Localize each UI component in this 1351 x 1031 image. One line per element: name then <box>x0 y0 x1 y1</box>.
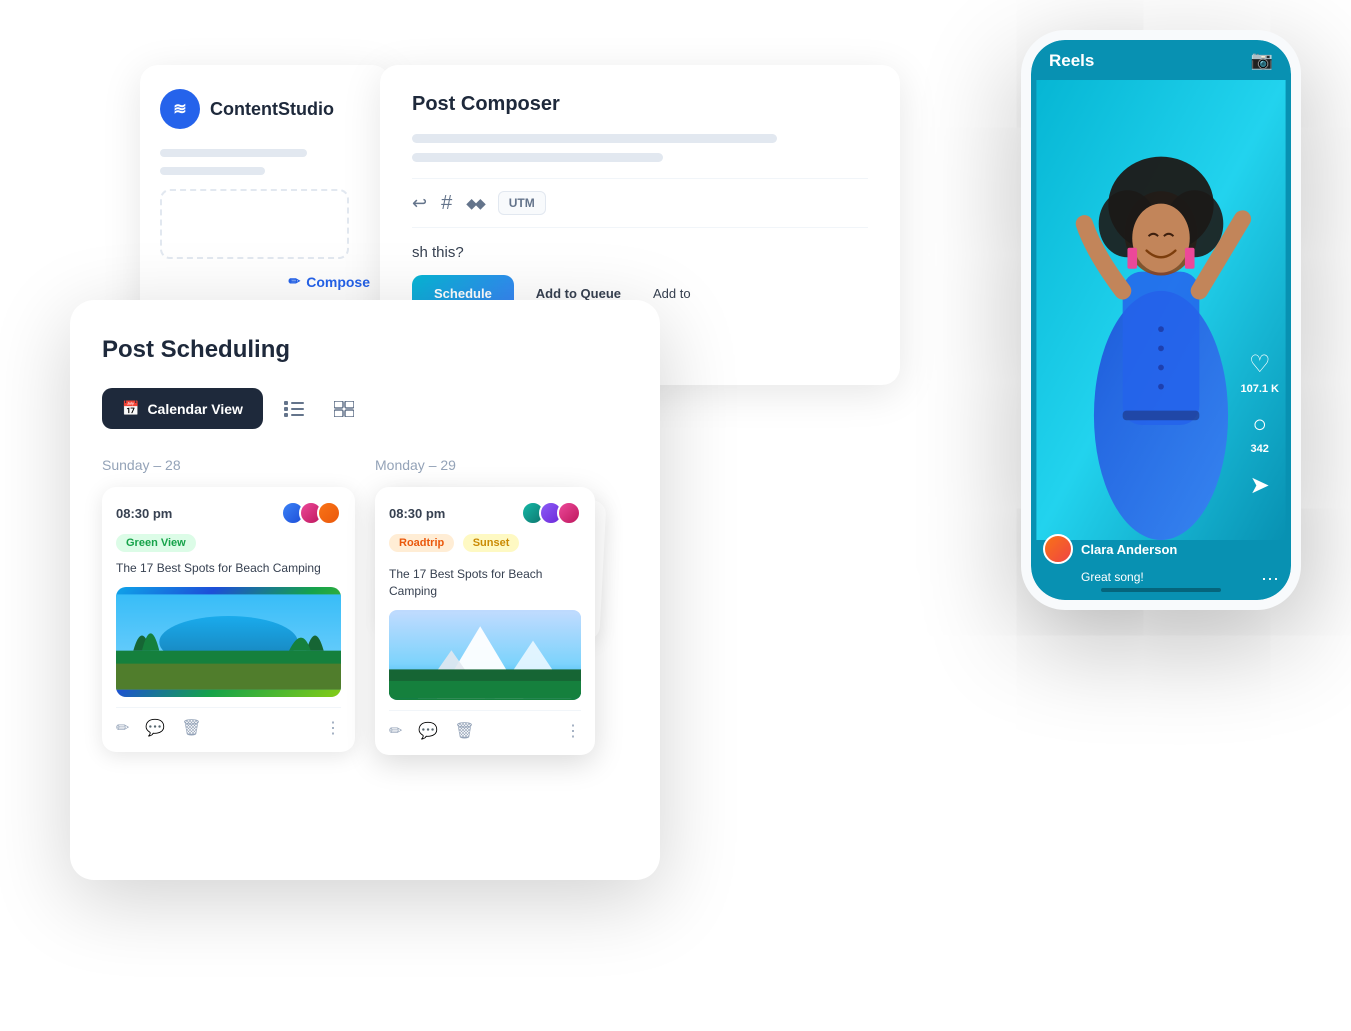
edit-icon-front[interactable]: ✏ <box>389 721 402 741</box>
monday-column: Monday – 29 08:30 pm <box>375 457 628 787</box>
comment-icon-front[interactable]: 💬 <box>418 721 438 741</box>
stacked-cards-container: 08:30 pm <box>375 487 628 787</box>
post-actions-front: ✏ 💬 🗑 ⋮ <box>389 710 581 741</box>
sunday-column: Sunday – 28 08:30 pm Green View <box>102 457 355 787</box>
phone-screen: Reels 📷 <box>1031 40 1291 600</box>
post-composer-title: Post Composer <box>412 93 868 116</box>
front-post-time: 08:30 pm <box>389 506 445 521</box>
nav-placeholder-2 <box>160 167 265 175</box>
list-view-button[interactable] <box>275 390 313 428</box>
pencil-icon: ✏ <box>288 273 300 290</box>
heart-icon[interactable]: ♡ <box>1249 350 1271 379</box>
home-indicator <box>1101 588 1221 592</box>
phone-bottom-info: Clara Anderson Great song! <box>1043 534 1241 584</box>
camera-icon[interactable]: 📷 <box>1251 50 1273 71</box>
day-columns: Sunday – 28 08:30 pm Green View <box>102 457 628 787</box>
post-actions-1: ✏ 💬 🗑 ⋮ <box>116 707 341 738</box>
toolbar-row: ↩ # ◆◆ UTM <box>412 178 868 228</box>
logo-row: ≋ ContentStudio <box>160 89 370 129</box>
phone-more-icon[interactable]: ⋯ <box>1261 569 1279 590</box>
compose-button[interactable]: ✏ Compose <box>288 273 370 290</box>
like-group: ♡ 107.1 K <box>1240 350 1279 395</box>
comment-bubble-icon[interactable]: ○ <box>1252 411 1267 439</box>
phone-status-bar: Reels 📷 <box>1031 40 1291 81</box>
scheduling-card: Post Scheduling 📅 Calendar View <box>70 300 660 880</box>
front-avatar-group <box>521 501 581 525</box>
delete-icon-1[interactable]: 🗑 <box>181 718 201 738</box>
username: Clara Anderson <box>1081 542 1177 557</box>
user-comment: Great song! <box>1081 570 1241 584</box>
edit-icon-1[interactable]: ✏ <box>116 718 129 738</box>
grid-icon <box>334 401 354 417</box>
post-time-row-1: 08:30 pm <box>116 501 341 525</box>
more-icon-front[interactable]: ⋮ <box>565 721 581 741</box>
utm-badge[interactable]: UTM <box>498 191 546 215</box>
share-icon[interactable]: ➤ <box>1250 471 1270 500</box>
hashtag-icon[interactable]: # <box>441 192 452 215</box>
calendar-view-button[interactable]: 📅 Calendar View <box>102 388 263 429</box>
brand-name: ContentStudio <box>210 99 334 120</box>
tag-green-view: Green View <box>116 534 196 552</box>
reels-label: Reels <box>1049 51 1094 71</box>
composer-bar-1 <box>412 134 777 143</box>
logo-symbol: ≋ <box>173 99 186 119</box>
front-post-text: The 17 Best Spots for Beach Camping <box>389 566 581 600</box>
comment-count: 342 <box>1251 443 1269 455</box>
mountain-svg-front <box>389 610 581 700</box>
dashed-area <box>160 189 349 259</box>
beach-image <box>116 587 341 697</box>
phone-right-actions: ♡ 107.1 K ○ 342 ➤ <box>1240 350 1279 500</box>
tag-sunset: Sunset <box>463 534 520 552</box>
composer-bar-2 <box>412 153 663 162</box>
grid-view-button[interactable] <box>325 390 363 428</box>
delete-icon-front[interactable]: 🗑 <box>454 721 474 741</box>
logo-circle: ≋ <box>160 89 200 129</box>
tag-roadtrip: Roadtrip <box>389 534 454 552</box>
comment-group: ○ 342 <box>1251 411 1269 455</box>
tags-row-front: Roadtrip Sunset <box>389 533 581 560</box>
post-text-1: The 17 Best Spots for Beach Camping <box>116 560 341 577</box>
user-avatar <box>1043 534 1073 564</box>
comment-icon-1[interactable]: 💬 <box>145 718 165 738</box>
diamond-icon[interactable]: ◆◆ <box>466 195 484 212</box>
front-avatar-3 <box>557 501 581 525</box>
share-group: ➤ <box>1250 471 1270 500</box>
user-row: Clara Anderson <box>1043 534 1241 564</box>
sunday-label: Sunday – 28 <box>102 457 355 473</box>
scheduling-title: Post Scheduling <box>102 336 628 364</box>
view-buttons-row: 📅 Calendar View <box>102 388 628 429</box>
post-card-front: 08:30 pm Roadtrip Sunset The 17 Best Spo <box>375 487 595 755</box>
like-count: 107.1 K <box>1240 383 1279 395</box>
main-scene: ≋ ContentStudio ✏ Compose Post Composer … <box>0 0 1351 1031</box>
more-icon-1[interactable]: ⋮ <box>325 718 341 738</box>
calendar-view-label: Calendar View <box>147 401 242 417</box>
front-time-row: 08:30 pm <box>389 501 581 525</box>
monday-label: Monday – 29 <box>375 457 628 473</box>
calendar-icon: 📅 <box>122 400 139 417</box>
undo-icon[interactable]: ↩ <box>412 193 427 214</box>
beach-post-card: 08:30 pm Green View The 17 Best Spots fo… <box>102 487 355 752</box>
schedule-question: sh this? <box>412 244 868 261</box>
compose-label: Compose <box>306 274 370 290</box>
post-time-1: 08:30 pm <box>116 506 172 521</box>
avatar-3 <box>317 501 341 525</box>
phone-mockup: Reels 📷 <box>1021 30 1301 610</box>
list-icon <box>284 401 304 417</box>
nav-placeholder-1 <box>160 149 307 157</box>
avatar-group-1 <box>281 501 341 525</box>
beach-svg <box>116 587 341 697</box>
